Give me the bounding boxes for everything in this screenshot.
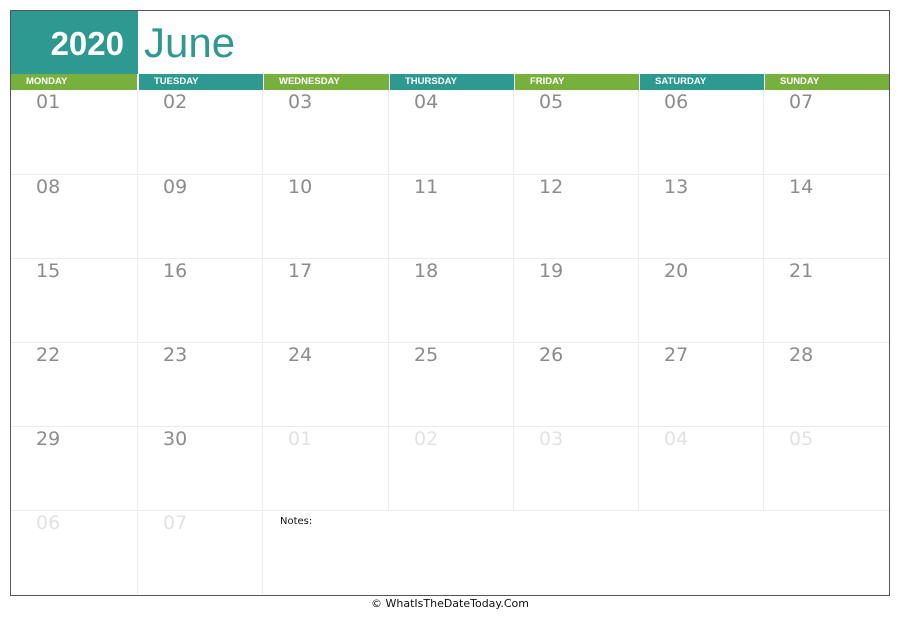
day-number: 26 <box>539 344 564 366</box>
day-cell-adjacent-month[interactable]: 07 <box>138 511 263 595</box>
month-title: June <box>144 19 236 66</box>
day-cell[interactable]: 29 <box>11 427 138 511</box>
day-cell[interactable]: 15 <box>11 259 138 343</box>
day-cell[interactable]: 10 <box>263 175 389 259</box>
day-number: 04 <box>414 91 439 113</box>
day-number: 19 <box>539 260 564 282</box>
day-cell[interactable]: 19 <box>514 259 639 343</box>
day-cell[interactable]: 13 <box>639 175 764 259</box>
day-number: 09 <box>163 176 188 198</box>
day-number: 10 <box>288 176 313 198</box>
day-number: 28 <box>789 344 814 366</box>
day-cell[interactable]: 27 <box>639 343 764 427</box>
year-badge: 2020 <box>11 11 138 74</box>
day-cell[interactable]: 26 <box>514 343 639 427</box>
notes-area[interactable]: Notes: <box>263 511 889 595</box>
day-cell[interactable]: 03 <box>263 90 389 175</box>
day-number: 06 <box>36 512 61 534</box>
day-number: 22 <box>36 344 61 366</box>
day-number: 06 <box>664 91 689 113</box>
day-cell[interactable]: 30 <box>138 427 263 511</box>
day-cell[interactable]: 12 <box>514 175 639 259</box>
day-number: 21 <box>789 260 814 282</box>
day-cell[interactable]: 02 <box>138 90 263 175</box>
day-cell[interactable]: 21 <box>764 259 889 343</box>
day-cell[interactable]: 11 <box>389 175 514 259</box>
day-cell[interactable]: 04 <box>389 90 514 175</box>
day-number: 14 <box>789 176 814 198</box>
day-cell-adjacent-month[interactable]: 03 <box>514 427 639 511</box>
day-cell[interactable]: 28 <box>764 343 889 427</box>
day-cell-adjacent-month[interactable]: 02 <box>389 427 514 511</box>
weekday-header-wednesday: WEDNESDAY <box>264 74 389 90</box>
weekday-header-thursday: THURSDAY <box>390 74 514 90</box>
day-number: 16 <box>163 260 188 282</box>
notes-label: Notes: <box>280 516 313 527</box>
day-number: 02 <box>414 428 439 450</box>
day-number: 25 <box>414 344 439 366</box>
day-cell[interactable]: 23 <box>138 343 263 427</box>
day-cell[interactable]: 17 <box>263 259 389 343</box>
day-number: 29 <box>36 428 61 450</box>
year-label: 2020 <box>50 25 124 62</box>
day-number: 01 <box>36 91 61 113</box>
day-cell[interactable]: 07 <box>764 90 889 175</box>
day-number: 05 <box>539 91 564 113</box>
day-cell[interactable]: 05 <box>514 90 639 175</box>
day-cell[interactable]: 08 <box>11 175 138 259</box>
day-cell-adjacent-month[interactable]: 01 <box>263 427 389 511</box>
day-cell[interactable]: 18 <box>389 259 514 343</box>
day-number: 30 <box>163 428 188 450</box>
day-cell[interactable]: 25 <box>389 343 514 427</box>
day-number: 27 <box>664 344 689 366</box>
day-cell[interactable]: 14 <box>764 175 889 259</box>
day-number: 07 <box>789 91 814 113</box>
day-cell[interactable]: 01 <box>11 90 138 175</box>
day-number: 24 <box>288 344 313 366</box>
calendar-frame: 2020 June MONDAY TUESDAY WEDNESDAY THURSDAY… <box>10 10 890 596</box>
day-number: 13 <box>664 176 689 198</box>
day-number: 01 <box>288 428 313 450</box>
day-cell[interactable]: 06 <box>639 90 764 175</box>
day-number: 11 <box>414 176 439 198</box>
day-number: 03 <box>539 428 564 450</box>
day-number: 15 <box>36 260 61 282</box>
day-cell-adjacent-month[interactable]: 05 <box>764 427 889 511</box>
day-cell-adjacent-month[interactable]: 06 <box>11 511 138 595</box>
footer-copyright: © WhatIsTheDateToday.Com <box>371 597 529 610</box>
day-cell-adjacent-month[interactable]: 04 <box>639 427 764 511</box>
day-cell[interactable]: 09 <box>138 175 263 259</box>
day-number: 17 <box>288 260 313 282</box>
day-number: 05 <box>789 428 814 450</box>
weekday-header-monday: MONDAY <box>11 74 137 90</box>
weekday-header-friday: FRIDAY <box>515 74 639 90</box>
day-number: 12 <box>539 176 564 198</box>
day-number: 18 <box>414 260 439 282</box>
day-number: 07 <box>163 512 188 534</box>
weekday-header-tuesday: TUESDAY <box>139 74 263 90</box>
weekday-header-sunday: SUNDAY <box>765 74 889 90</box>
day-cell[interactable]: 22 <box>11 343 138 427</box>
day-number: 02 <box>163 91 188 113</box>
day-number: 08 <box>36 176 61 198</box>
weekday-header-saturday: SATURDAY <box>640 74 764 90</box>
day-number: 23 <box>163 344 188 366</box>
day-cell[interactable]: 24 <box>263 343 389 427</box>
day-cell[interactable]: 16 <box>138 259 263 343</box>
day-cell[interactable]: 20 <box>639 259 764 343</box>
day-number: 04 <box>664 428 689 450</box>
day-number: 03 <box>288 91 313 113</box>
day-number: 20 <box>664 260 689 282</box>
